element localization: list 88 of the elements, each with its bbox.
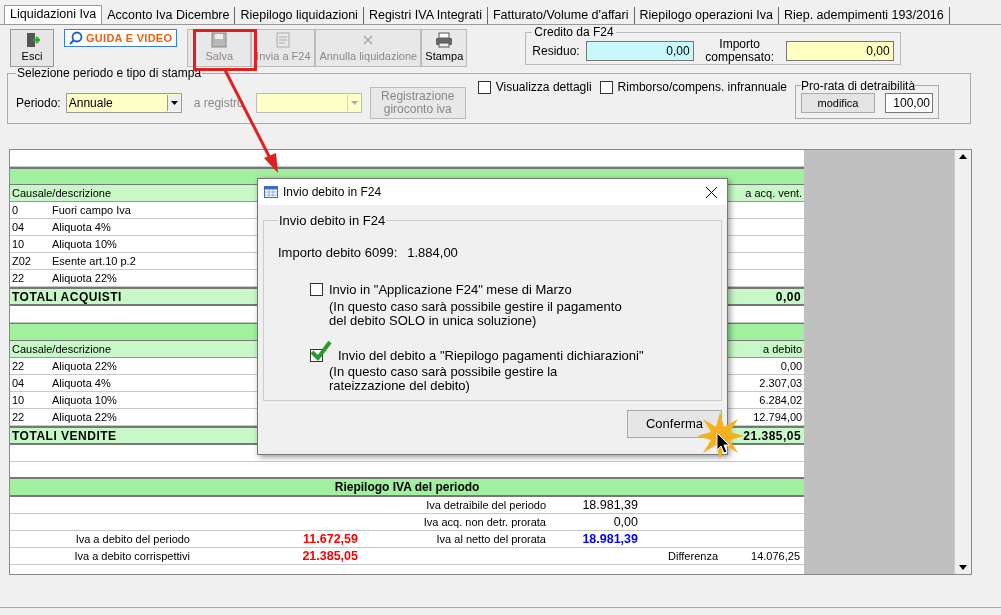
table-cell-text: 10: [11, 392, 26, 408]
period-dropdown[interactable]: Annuale: [65, 92, 182, 113]
table-cell-text: 12.794,00: [753, 409, 804, 425]
summary-label: Iva detraibile del periodo: [426, 498, 546, 511]
modifica-button[interactable]: modifica: [801, 93, 875, 113]
group-title: Invio debito in F24: [278, 212, 387, 230]
table-cell-text: Aliquota 22%: [52, 409, 117, 425]
tab[interactable]: Fatturato/Volume d'affari: [487, 7, 635, 24]
tab[interactable]: Riep. adempimenti 193/2016: [778, 7, 950, 24]
amount-label: Importo debito 6099:: [278, 243, 398, 262]
table-cell-text: 0: [11, 202, 20, 218]
summary-label: Iva a debito del periodo: [75, 532, 190, 545]
tab[interactable]: Liquidazioni Iva: [4, 5, 103, 24]
table-cell-text: Aliquota 4%: [52, 219, 111, 235]
table-cell-text: 04: [11, 219, 26, 235]
field-label: Periodo:: [16, 94, 61, 112]
summary-value: 21.385,05: [302, 548, 358, 563]
column-header: a debito: [763, 341, 804, 357]
group-title: Pro-rata di detraibilità: [801, 77, 916, 95]
option-note: (In questo caso sarà possibile gestire il pagamento del debito SOLO in unica soluzione): [329, 299, 623, 328]
tab[interactable]: Riepilogo liquidazioni: [235, 7, 364, 24]
checkbox-label: Visualizza dettagli: [495, 79, 592, 96]
total-value: 0,00: [775, 288, 803, 306]
tab[interactable]: Registri IVA Integrati: [363, 7, 488, 24]
tab[interactable]: Riepilogo operazioni Iva: [634, 7, 779, 24]
option-note: (In questo caso sarà possibile gestire la rateizzazione del debito): [329, 365, 559, 393]
document-icon: [275, 31, 292, 48]
table-cell-text: Fuori campo Iva: [52, 202, 131, 218]
printer-icon: [435, 31, 454, 48]
option-label: Invio in "Applicazione F24" mese di Marzo: [329, 281, 572, 299]
checkbox[interactable]: [477, 80, 491, 94]
exit-button[interactable]: Esci: [10, 29, 54, 67]
window-icon: [264, 186, 278, 198]
table-cell-text: 22: [11, 270, 26, 286]
exit-door-icon: [24, 31, 40, 48]
checkbox[interactable]: [310, 339, 332, 362]
summary-value: 18.981,39: [582, 531, 638, 546]
option-label: Invio del debito a "Riepilogo pagamenti dichiarazioni": [338, 346, 644, 365]
column-header: Causale/descrizione: [11, 341, 113, 357]
field-label: Residuo:: [532, 43, 580, 60]
summary-value: 18.981,39: [582, 497, 638, 512]
scroll-up-icon[interactable]: [959, 154, 967, 159]
table-cell-text: 10: [11, 236, 26, 252]
search-icon: [69, 31, 83, 45]
checkbox-label: Rimborso/compens. infrannuale: [617, 79, 787, 96]
summary-label: Iva acq. non detr. prorata: [423, 515, 546, 528]
dropdown-arrow-icon: [350, 100, 358, 105]
section-title: Riepilogo IVA del periodo: [10, 479, 805, 497]
print-button[interactable]: Stampa: [421, 29, 468, 67]
table-cell-text: 6.284,02: [759, 392, 804, 408]
table-cell-text: Aliquota 10%: [52, 236, 117, 252]
table-cell-text: Aliquota 4%: [52, 375, 111, 391]
table-cell-text: 22: [11, 358, 26, 374]
table-cell-text: Aliquota 10%: [52, 392, 117, 408]
checkbox[interactable]: [599, 80, 613, 94]
column-header: Causale/descrizione: [11, 185, 113, 201]
dialog-title: Invio debito in F24: [283, 184, 382, 201]
tab[interactable]: Acconto Iva Dicembre: [102, 7, 236, 24]
table-cell-text: 04: [11, 375, 26, 391]
confirm-button[interactable]: Conferma: [627, 410, 722, 438]
total-label: TOTALI ACQUISTI: [11, 288, 122, 306]
summary-label: Iva al netto del prorata: [436, 532, 546, 545]
checkbox[interactable]: [310, 283, 323, 297]
table-cell-text: Esente art.10 p.2: [52, 253, 136, 269]
close-icon[interactable]: [706, 186, 717, 198]
summary-label: Differenza: [668, 549, 718, 562]
total-label: TOTALI VENDITE: [11, 427, 117, 445]
table-cell-text: 22: [11, 409, 26, 425]
summary-value: 0,00: [613, 514, 638, 529]
group-title: Selezione periodo e tipo di stampa: [16, 65, 203, 82]
amount-value: 1.884,00: [407, 243, 458, 262]
residuo-field[interactable]: 0,00: [585, 41, 694, 61]
table-cell-text: 2.307,03: [759, 375, 804, 391]
column-header: a acq. vent.: [745, 185, 804, 201]
prorata-field[interactable]: 100,00: [885, 93, 933, 113]
field-label: Importo compensato:: [704, 38, 776, 64]
table-cell-text: Aliquota 22%: [52, 270, 117, 286]
table-cell-text: Z02: [11, 253, 32, 269]
importo-field[interactable]: 0,00: [785, 41, 894, 61]
group-title: Credito da F24: [533, 24, 615, 41]
summary-value: 14.076,25: [751, 549, 800, 562]
summary-label: Iva a debito corrispettivi: [74, 549, 190, 562]
table-cell-text: Aliquota 22%: [52, 358, 117, 374]
scroll-down-icon[interactable]: [959, 565, 967, 570]
total-value: 21.385,05: [743, 427, 803, 445]
table-cell-text: 0,00: [780, 358, 804, 374]
summary-value: 11.672,59: [303, 531, 358, 546]
dropdown-arrow-icon: [170, 100, 178, 105]
